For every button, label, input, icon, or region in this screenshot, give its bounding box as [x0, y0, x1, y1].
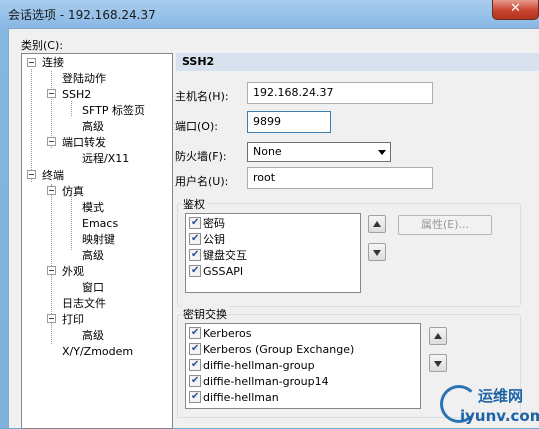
list-item[interactable]: GSSAPI: [189, 263, 243, 280]
checkbox[interactable]: [189, 231, 201, 246]
category-label: 类别(C):: [21, 39, 63, 52]
tree-item-emulation-advanced[interactable]: 高级: [82, 248, 104, 263]
tree-item-login-actions[interactable]: 登陆动作: [62, 71, 106, 86]
panel-header: SSH2: [176, 53, 539, 71]
toggle-ssh2[interactable]: [47, 89, 56, 98]
tree-item-port-forwarding[interactable]: 端口转发: [62, 135, 106, 150]
checkbox[interactable]: [189, 263, 201, 278]
list-item[interactable]: 公钥: [189, 231, 225, 248]
watermark-cn: 运维网: [478, 387, 524, 405]
list-item[interactable]: diffie-hellman-group14: [189, 373, 329, 390]
title-bar[interactable]: 会话选项 - 192.168.24.37 ✕: [0, 0, 539, 28]
checkbox[interactable]: [189, 247, 201, 262]
tree-item-log-file[interactable]: 日志文件: [62, 296, 106, 311]
list-item[interactable]: Kerberos (Group Exchange): [189, 341, 354, 358]
properties-button[interactable]: 属性(E)...: [398, 215, 492, 235]
move-up-button[interactable]: [368, 215, 386, 233]
user-input[interactable]: root: [247, 167, 433, 189]
category-tree[interactable]: 连接 登陆动作 SSH2 SFTP 标签页 高级 端口转发 远程/X11 终端 …: [21, 53, 173, 429]
tree-item-connection[interactable]: 连接: [42, 55, 64, 70]
close-button[interactable]: ✕: [492, 0, 539, 20]
dialog-body: 类别(C): 连接 登陆动作 SSH2 SFTP 标签页 高级 端口转发 远程/…: [8, 28, 539, 429]
dialog-window: 会话选项 - 192.168.24.37 ✕ 类别(C): 连接 登陆动作 SS…: [0, 0, 539, 429]
tree-item-print[interactable]: 打印: [62, 312, 84, 327]
checkbox[interactable]: [189, 357, 201, 372]
window-title: 会话选项 - 192.168.24.37: [8, 8, 156, 22]
toggle-port-forward[interactable]: [47, 137, 56, 146]
list-item[interactable]: diffie-hellman: [189, 389, 279, 406]
firewall-select[interactable]: None: [247, 142, 391, 162]
tree-item-emacs[interactable]: Emacs: [82, 216, 118, 231]
tree-item-terminal[interactable]: 终端: [42, 168, 64, 183]
toggle-terminal[interactable]: [27, 170, 36, 179]
list-item[interactable]: 键盘交互: [189, 247, 247, 264]
list-item[interactable]: Kerberos: [189, 325, 251, 342]
toggle-print[interactable]: [47, 314, 56, 323]
watermark-logo: 运维网 iyunv.com: [440, 385, 539, 425]
checkbox[interactable]: [189, 389, 201, 404]
close-icon: ✕: [510, 1, 521, 16]
checkbox[interactable]: [189, 373, 201, 388]
firewall-label: 防火墙(F):: [175, 150, 227, 163]
tree-item-remote-x11[interactable]: 远程/X11: [82, 151, 129, 166]
tree-item-appearance[interactable]: 外观: [62, 264, 84, 279]
tree-item-sftp-tab[interactable]: SFTP 标签页: [82, 103, 145, 118]
auth-listbox[interactable]: 密码 公钥 键盘交互 GSSAPI: [185, 213, 361, 293]
kex-move-up-button[interactable]: [429, 327, 447, 345]
user-label: 用户名(U):: [175, 175, 229, 188]
port-label: 端口(O):: [175, 120, 218, 133]
checkbox[interactable]: [189, 215, 201, 230]
host-input[interactable]: 192.168.24.37: [247, 82, 433, 104]
list-item[interactable]: 密码: [189, 215, 225, 232]
tree-item-modes[interactable]: 模式: [82, 200, 104, 215]
tree-item-xyzmodem[interactable]: X/Y/Zmodem: [62, 344, 133, 359]
checkbox[interactable]: [189, 341, 201, 356]
tree-item-window[interactable]: 窗口: [82, 280, 104, 295]
port-input[interactable]: 9899: [247, 111, 331, 133]
tree-item-ssh2[interactable]: SSH2: [62, 87, 91, 102]
toggle-appearance[interactable]: [47, 266, 56, 275]
tree-item-ssh2-advanced[interactable]: 高级: [82, 119, 104, 134]
watermark-en: iyunv.com: [460, 407, 539, 425]
kex-group-title: 密钥交换: [181, 306, 229, 322]
checkbox[interactable]: [189, 325, 201, 340]
chevron-down-icon: [378, 150, 386, 155]
toggle-emulation[interactable]: [47, 186, 56, 195]
firewall-value: None: [253, 145, 282, 158]
list-item[interactable]: diffie-hellman-group: [189, 357, 315, 374]
auth-group-title: 鉴权: [181, 196, 207, 212]
move-down-button[interactable]: [368, 243, 386, 261]
tree-item-emulation[interactable]: 仿真: [62, 184, 84, 199]
toggle-connection[interactable]: [27, 58, 36, 67]
kex-listbox[interactable]: Kerberos Kerberos (Group Exchange) diffi…: [185, 323, 421, 409]
tree-item-mapped-keys[interactable]: 映射键: [82, 232, 115, 247]
tree-item-print-advanced[interactable]: 高级: [82, 328, 104, 343]
kex-move-down-button[interactable]: [429, 354, 447, 372]
host-label: 主机名(H):: [175, 90, 229, 103]
